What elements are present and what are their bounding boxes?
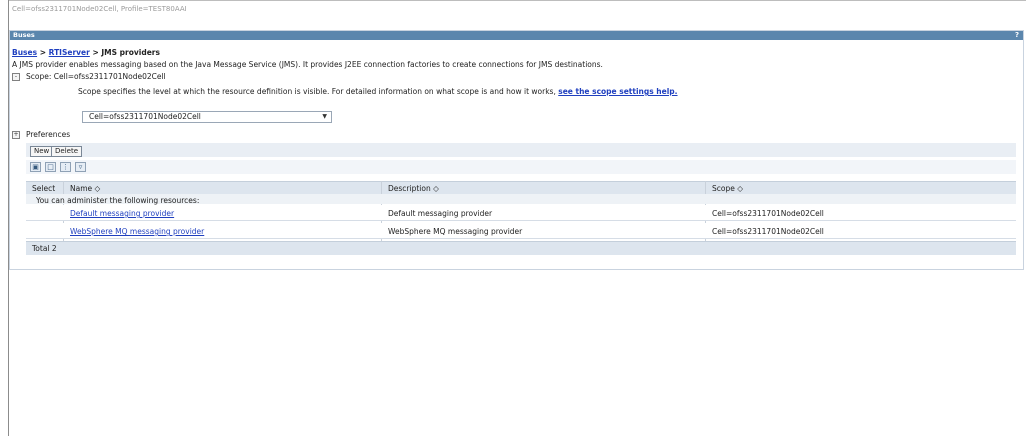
- chevron-down-icon: ▼: [322, 113, 327, 120]
- cell-name: WebSphere MQ messaging provider: [70, 227, 204, 236]
- new-button[interactable]: New: [30, 146, 54, 157]
- page-title: JMS providers: [101, 48, 160, 57]
- column-header-description[interactable]: Description ◇: [388, 184, 439, 193]
- help-icon[interactable]: ?: [1015, 31, 1019, 40]
- cell-description: WebSphere MQ messaging provider: [388, 227, 523, 236]
- breadcrumb-link-rtiserver[interactable]: RTIServer: [49, 48, 90, 57]
- clear-filter-icon[interactable]: ▿: [75, 162, 86, 172]
- provider-link[interactable]: WebSphere MQ messaging provider: [70, 227, 204, 236]
- preferences-section[interactable]: + Preferences: [12, 130, 70, 139]
- provider-link[interactable]: Default messaging provider: [70, 209, 174, 218]
- scope-help-body: Scope specifies the level at which the r…: [78, 87, 556, 96]
- scope-select[interactable]: Cell=ofss2311701Node02Cell ▼: [82, 111, 332, 123]
- table-footer: [26, 241, 1016, 255]
- delete-button[interactable]: Delete: [51, 146, 82, 157]
- column-header-scope[interactable]: Scope ◇: [712, 184, 743, 193]
- cell-scope: Cell=ofss2311701Node02Cell: [712, 227, 824, 236]
- scope-select-value: Cell=ofss2311701Node02Cell: [89, 112, 201, 121]
- column-header-name[interactable]: Name ◇: [70, 184, 100, 193]
- deselect-all-icon[interactable]: □: [45, 162, 56, 172]
- context-label: Cell=ofss2311701Node02Cell, Profile=TEST…: [12, 5, 187, 13]
- scope-section-header: - Scope: Cell=ofss2311701Node02Cell: [12, 72, 166, 81]
- preferences-label: Preferences: [26, 130, 71, 139]
- button-bar: [26, 143, 1016, 157]
- breadcrumb: Buses > RTIServer > JMS providers: [12, 48, 160, 57]
- select-all-icon[interactable]: ▣: [30, 162, 41, 172]
- frame-top-border: [8, 0, 1026, 1]
- total-count: Total 2: [32, 244, 57, 253]
- cell-name: Default messaging provider: [70, 209, 174, 218]
- column-header-select: Select: [32, 184, 56, 193]
- table-row: [26, 205, 1016, 221]
- panel-header: Buses ?: [10, 31, 1023, 40]
- breadcrumb-separator: >: [39, 48, 46, 57]
- table-header: [26, 181, 1016, 195]
- scope-label: Scope: Cell=ofss2311701Node02Cell: [26, 72, 166, 81]
- icon-toolbar: [26, 160, 1016, 174]
- show-filter-icon[interactable]: ⋮: [60, 162, 71, 172]
- scope-help-text: Scope specifies the level at which the r…: [78, 88, 798, 96]
- scope-help-link[interactable]: see the scope settings help.: [558, 87, 677, 96]
- cell-description: Default messaging provider: [388, 209, 493, 218]
- cell-scope: Cell=ofss2311701Node02Cell: [712, 209, 824, 218]
- page-description: A JMS provider enables messaging based o…: [12, 60, 603, 69]
- collapse-toggle-icon[interactable]: -: [12, 73, 20, 81]
- breadcrumb-link-buses[interactable]: Buses: [12, 48, 37, 57]
- group-label: You can administer the following resourc…: [36, 196, 200, 205]
- expand-toggle-icon[interactable]: +: [12, 131, 20, 139]
- panel-title: Buses: [13, 31, 35, 39]
- breadcrumb-separator: >: [92, 48, 99, 57]
